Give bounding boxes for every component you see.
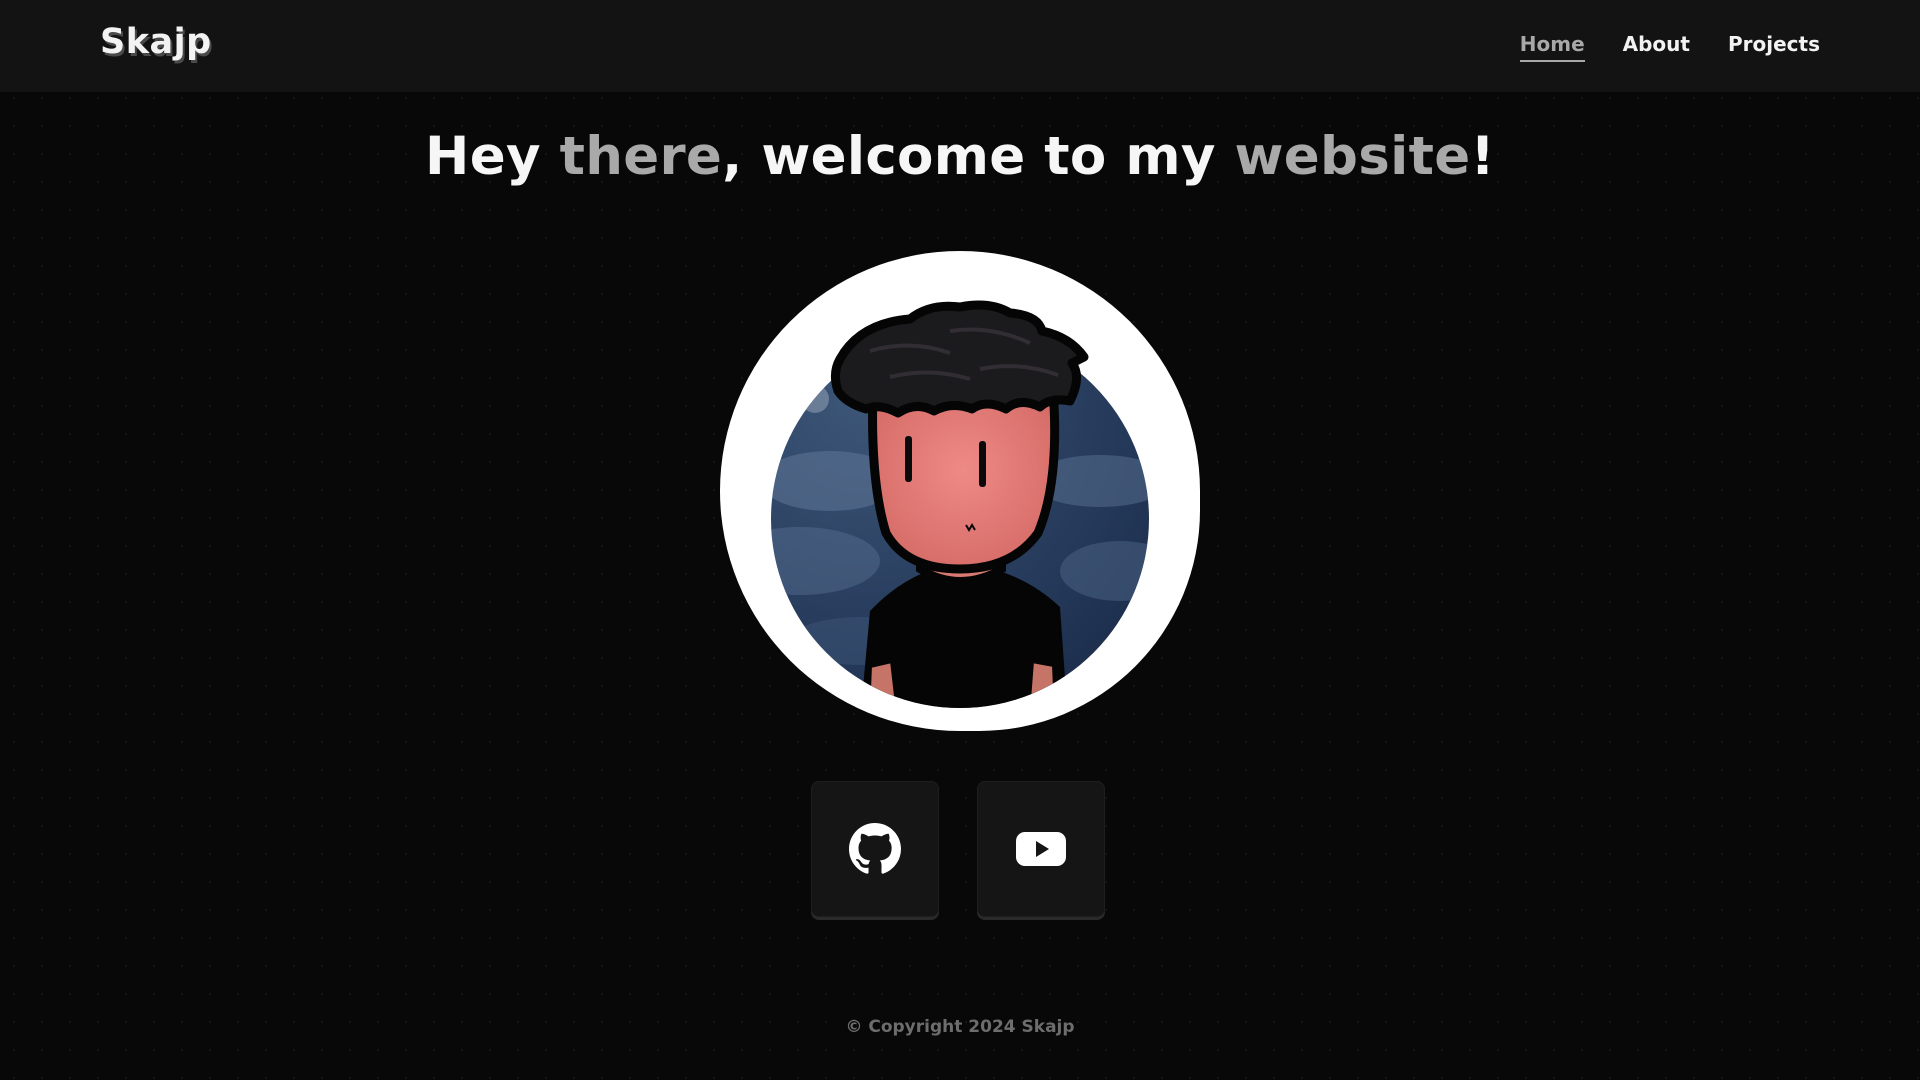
youtube-icon xyxy=(1016,832,1066,866)
headline-accent-website: website xyxy=(1234,126,1471,187)
nav-link-about[interactable]: About xyxy=(1623,32,1690,62)
github-button[interactable] xyxy=(811,781,939,917)
nav-link-home[interactable]: Home xyxy=(1519,32,1585,62)
avatar xyxy=(720,251,1200,731)
headline-part: ! xyxy=(1470,126,1495,187)
headline-part: Hey xyxy=(425,126,560,187)
youtube-button[interactable] xyxy=(977,781,1105,917)
github-icon xyxy=(849,823,901,874)
nav-links: Home About Projects xyxy=(1519,32,1820,62)
social-links xyxy=(811,781,1105,917)
cartoon-avatar-icon xyxy=(771,300,1149,708)
footer-copyright: © Copyright 2024 Skajp xyxy=(845,1017,1075,1037)
nav-link-projects[interactable]: Projects xyxy=(1728,32,1820,62)
hero-headline: Hey there, welcome to my website! xyxy=(0,126,1920,187)
navbar: Skajp Home About Projects xyxy=(0,0,1920,92)
brand-logo[interactable]: Skajp xyxy=(100,22,212,62)
headline-part: , welcome to my xyxy=(722,126,1235,187)
headline-accent-there: there xyxy=(559,126,723,187)
